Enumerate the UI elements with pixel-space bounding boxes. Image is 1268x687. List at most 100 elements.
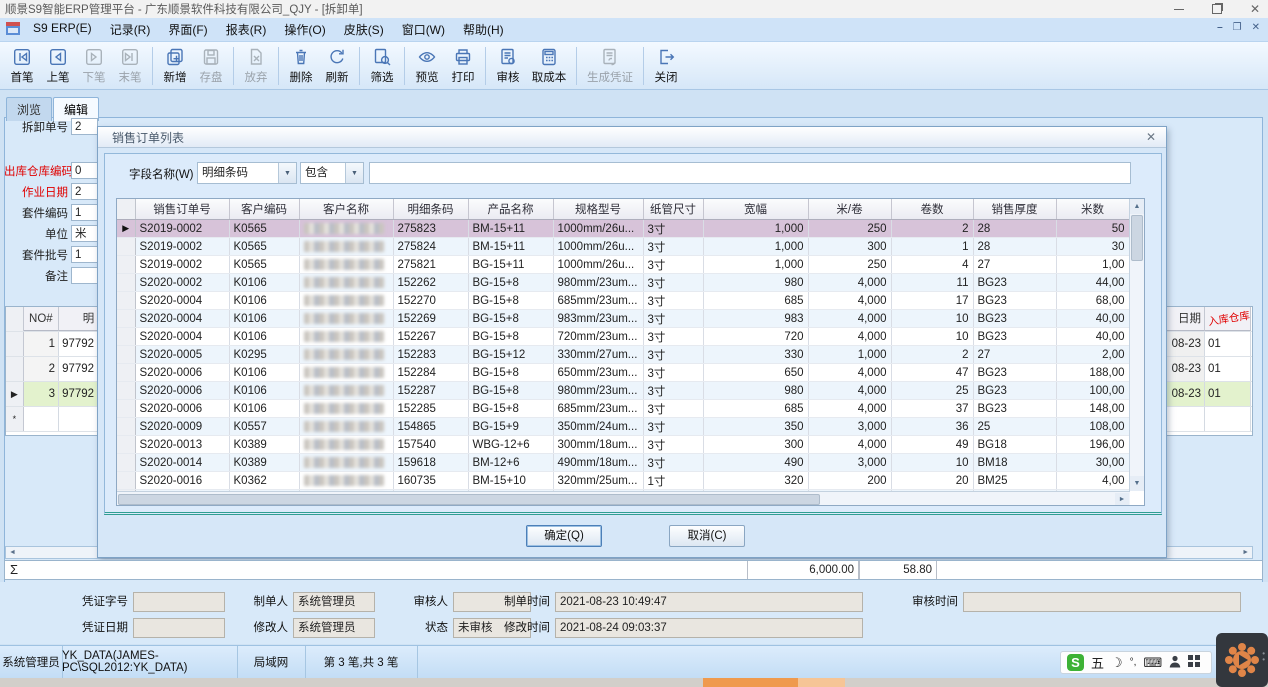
cell-2[interactable] — [299, 292, 393, 310]
cell-11[interactable]: 44,00 — [1056, 274, 1129, 292]
floating-widget[interactable]: •• — [1216, 633, 1268, 687]
cell-7[interactable]: 1,000 — [703, 220, 808, 238]
cell-5[interactable]: 350mm/24um... — [553, 418, 643, 436]
cell-9[interactable]: 17 — [891, 292, 973, 310]
column-header-6[interactable]: 纸管尺寸 — [643, 199, 703, 220]
cell-10[interactable]: 27 — [973, 256, 1056, 274]
cell-3[interactable]: 157540 — [393, 436, 468, 454]
column-header-10[interactable]: 销售厚度 — [973, 199, 1056, 220]
cell-7[interactable]: 980 — [703, 382, 808, 400]
cell-7[interactable]: 650 — [703, 364, 808, 382]
cell-8[interactable]: 4,000 — [808, 292, 891, 310]
cell-3[interactable]: 152285 — [393, 400, 468, 418]
cell-2[interactable] — [299, 382, 393, 400]
cell-1[interactable]: K0565 — [229, 238, 299, 256]
filter-operator-select[interactable]: 包含 ▼ — [300, 162, 364, 184]
cell-5[interactable]: 330mm/27um... — [553, 346, 643, 364]
cell-0[interactable]: S2019-0002 — [135, 256, 229, 274]
cell-11[interactable]: 40,00 — [1056, 328, 1129, 346]
cell-1[interactable]: K0106 — [229, 364, 299, 382]
cell-1[interactable]: K0565 — [229, 256, 299, 274]
cell-8[interactable]: 4,000 — [808, 436, 891, 454]
cell-4[interactable]: BG-15+8 — [468, 274, 553, 292]
scroll-thumb[interactable] — [1131, 215, 1143, 261]
form-field-input[interactable]: 2 — [71, 118, 98, 135]
cancel-button[interactable]: 取消(C) — [669, 525, 745, 547]
cell-7[interactable]: 720 — [703, 328, 808, 346]
cell-2[interactable] — [299, 346, 393, 364]
cell-1[interactable]: K0295 — [229, 346, 299, 364]
cell-4[interactable]: BG-15+8 — [468, 400, 553, 418]
sogou-logo-icon[interactable]: S — [1067, 654, 1084, 671]
cell-0[interactable]: S2020-0005 — [135, 346, 229, 364]
cell-4[interactable]: BG-15+9 — [468, 418, 553, 436]
cell-8[interactable]: 4,000 — [808, 364, 891, 382]
cell-10[interactable]: BG23 — [973, 292, 1056, 310]
form-field-input[interactable]: 1 — [71, 204, 98, 221]
column-header-7[interactable]: 宽幅 — [703, 199, 808, 220]
cell-8[interactable]: 4,000 — [808, 400, 891, 418]
menu-item-2[interactable]: 界面(F) — [159, 18, 216, 41]
minimize-icon[interactable] — [1172, 2, 1186, 16]
cell-11[interactable]: 148,00 — [1056, 400, 1129, 418]
cell-6[interactable]: 3寸 — [643, 454, 703, 472]
audit-button[interactable]: 审核 — [491, 46, 525, 85]
cell-5[interactable]: 1000mm/26u... — [553, 256, 643, 274]
table-row[interactable]: S2020-0006K0106152285BG-15+8685mm/23um..… — [117, 400, 1129, 418]
cell-6[interactable]: 3寸 — [643, 274, 703, 292]
cell-0[interactable]: S2020-0004 — [135, 292, 229, 310]
cell-9[interactable]: 10 — [891, 310, 973, 328]
cell-0[interactable]: S2020-0016 — [135, 472, 229, 490]
table-row[interactable]: S2020-0016K0362160735BM-15+10320mm/25um.… — [117, 472, 1129, 490]
scroll-up-icon[interactable]: ▲ — [1130, 199, 1144, 214]
cell-1[interactable]: K0106 — [229, 328, 299, 346]
cell-5[interactable]: 980mm/23um... — [553, 382, 643, 400]
close-form-button[interactable]: 关闭 — [649, 46, 683, 85]
cell-8[interactable]: 4,000 — [808, 328, 891, 346]
cell-2[interactable] — [299, 436, 393, 454]
cell-1[interactable]: K0106 — [229, 310, 299, 328]
scroll-thumb[interactable] — [118, 494, 820, 505]
cell-0[interactable]: S2020-0006 — [135, 400, 229, 418]
cell-7[interactable]: 980 — [703, 274, 808, 292]
cell-0[interactable]: S2020-0002 — [135, 274, 229, 292]
cell-4[interactable]: BM-15+11 — [468, 238, 553, 256]
cell-10[interactable]: 25 — [973, 418, 1056, 436]
cell-7[interactable]: 685 — [703, 400, 808, 418]
cell-2[interactable] — [299, 364, 393, 382]
cell-6[interactable]: 3寸 — [643, 418, 703, 436]
cell-6[interactable]: 3寸 — [643, 238, 703, 256]
cell-11[interactable]: 68,00 — [1056, 292, 1129, 310]
taskbar-active-app[interactable] — [703, 678, 798, 687]
cell-1[interactable]: K0565 — [229, 220, 299, 238]
cell-2[interactable] — [299, 220, 393, 238]
new-button[interactable]: 新增 — [158, 46, 192, 85]
column-header-warehouse[interactable]: 入库仓库 — [1205, 307, 1251, 331]
cell-6[interactable]: 1寸 — [643, 472, 703, 490]
column-header-9[interactable]: 卷数 — [891, 199, 973, 220]
table-row[interactable]: ▶S2019-0002K0565275823BM-15+111000mm/26u… — [117, 220, 1129, 238]
cell-1[interactable]: K0106 — [229, 400, 299, 418]
table-row[interactable]: S2020-0002K0106152262BG-15+8980mm/23um..… — [117, 274, 1129, 292]
mdi-restore-icon[interactable]: ❐ — [1233, 22, 1242, 33]
cell-2[interactable] — [299, 418, 393, 436]
grid-vertical-scrollbar[interactable]: ▲ ▼ — [1129, 199, 1144, 491]
cell-3[interactable]: 275824 — [393, 238, 468, 256]
cell-10[interactable]: BM25 — [973, 472, 1056, 490]
cell-warehouse[interactable]: 01 — [1205, 332, 1251, 356]
form-field-input[interactable]: 2 — [71, 183, 98, 200]
close-icon[interactable]: ✕ — [1248, 2, 1262, 16]
menu-item-5[interactable]: 皮肤(S) — [335, 18, 393, 41]
cell-3[interactable]: 152284 — [393, 364, 468, 382]
dialog-close-icon[interactable]: ✕ — [1146, 130, 1156, 144]
cell-4[interactable]: BG-15+8 — [468, 328, 553, 346]
cell-8[interactable]: 250 — [808, 220, 891, 238]
cell-10[interactable]: BG23 — [973, 400, 1056, 418]
filter-button[interactable]: 筛选 — [365, 46, 399, 85]
cell-10[interactable]: BG23 — [973, 310, 1056, 328]
cell-11[interactable]: 40,00 — [1056, 310, 1129, 328]
cell-0[interactable]: S2019-0002 — [135, 238, 229, 256]
cell-3[interactable]: 152287 — [393, 382, 468, 400]
taskbar-app[interactable] — [798, 678, 845, 687]
cell-4[interactable]: BG-15+12 — [468, 346, 553, 364]
